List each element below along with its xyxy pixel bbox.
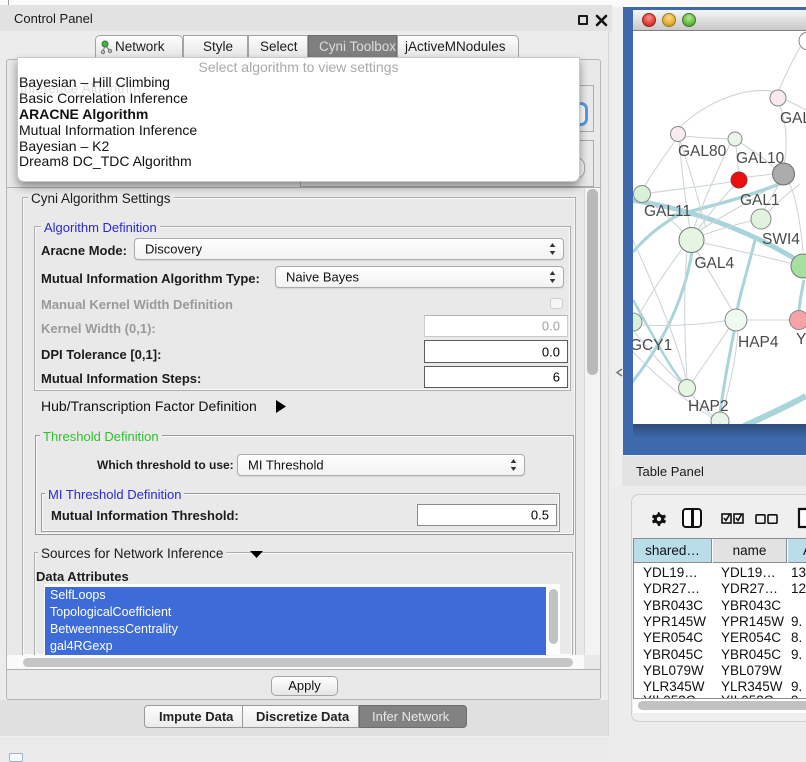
svg-text:GCY1: GCY1	[633, 337, 672, 354]
svg-text:GAL11: GAL11	[644, 203, 691, 220]
svg-text:Y: Y	[796, 331, 806, 348]
svg-text:GAL80: GAL80	[678, 143, 727, 160]
svg-text:SWI4: SWI4	[762, 231, 800, 248]
svg-text:GAL7: GAL7	[780, 110, 806, 127]
svg-text:GAL1: GAL1	[740, 192, 780, 209]
svg-text:GAL4: GAL4	[695, 255, 735, 272]
svg-text:GAL10: GAL10	[736, 150, 785, 167]
svg-text:HAP4: HAP4	[738, 334, 779, 351]
svg-text:HAP2: HAP2	[688, 398, 729, 415]
